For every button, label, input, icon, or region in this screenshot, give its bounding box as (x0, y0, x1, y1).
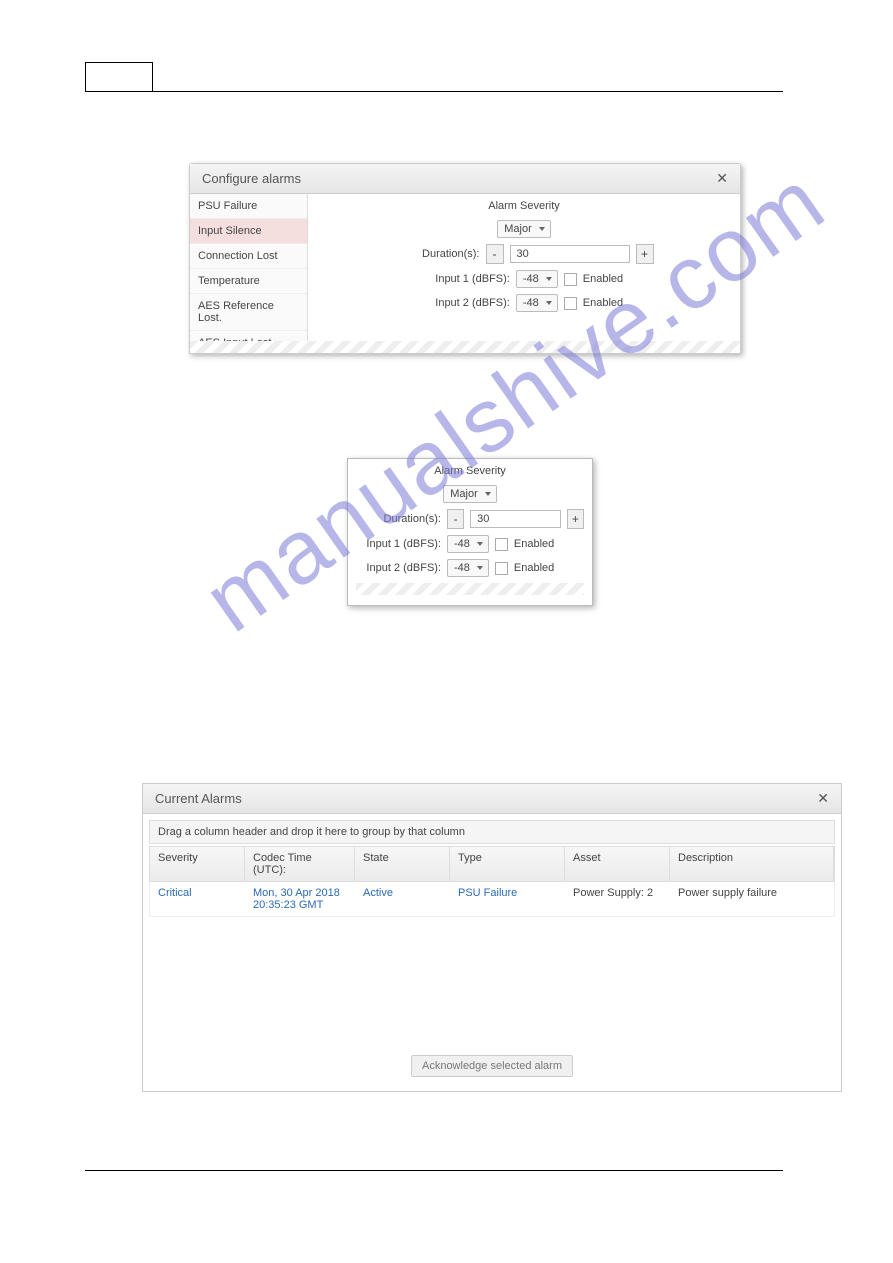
sidebar-item-connection-lost[interactable]: Connection Lost (190, 244, 307, 269)
severity-select-2[interactable]: Major (443, 485, 497, 503)
duration-decrement-button[interactable]: - (486, 244, 504, 264)
input1-select[interactable]: -48 (516, 270, 558, 288)
duration-label-2: Duration(s): (356, 513, 441, 525)
close-icon[interactable]: ✕ (716, 170, 728, 187)
sidebar-item-aes-input-lost[interactable]: AES Input Lost (190, 331, 307, 341)
sidebar-item-input-silence[interactable]: Input Silence (190, 219, 307, 244)
torn-edge-decoration-2 (356, 583, 584, 595)
cell-state: Active (355, 882, 450, 916)
header-type[interactable]: Type (450, 847, 565, 881)
current-alarms-panel: Current Alarms ✕ Drag a column header an… (142, 783, 842, 1092)
cell-asset: Power Supply: 2 (565, 882, 670, 916)
configure-alarms-panel: Configure alarms ✕ PSU Failure Input Sil… (189, 163, 741, 354)
duration-increment-button-2[interactable]: + (567, 509, 584, 529)
header-state[interactable]: State (355, 847, 450, 881)
page-tab (85, 62, 153, 92)
cell-codec-time: Mon, 30 Apr 2018 20:35:23 GMT (245, 882, 355, 916)
cell-description: Power supply failure (670, 882, 834, 916)
alarm-config-form: Alarm Severity Major Duration(s): - 30 +… (308, 194, 740, 341)
current-alarms-title: Current Alarms (155, 791, 242, 806)
cell-severity: Critical (150, 882, 245, 916)
input1-enabled-checkbox[interactable] (564, 273, 577, 286)
configure-alarms-header: Configure alarms ✕ (190, 164, 740, 194)
header-asset[interactable]: Asset (565, 847, 670, 881)
header-severity[interactable]: Severity (150, 847, 245, 881)
input2-enabled-label: Enabled (583, 297, 623, 309)
header-description[interactable]: Description (670, 847, 834, 881)
input2-enabled-label-2: Enabled (514, 562, 554, 574)
cell-type: PSU Failure (450, 882, 565, 916)
duration-increment-button[interactable]: + (636, 244, 654, 264)
footer-rule (85, 1170, 783, 1171)
close-icon[interactable]: ✕ (817, 790, 829, 807)
torn-edge-decoration (190, 341, 740, 353)
duration-label: Duration(s): (395, 248, 480, 260)
alarm-grid-empty-area (149, 917, 835, 1047)
duration-input-2[interactable]: 30 (470, 510, 561, 528)
input1-enabled-checkbox-2[interactable] (495, 538, 508, 551)
configure-alarms-title: Configure alarms (202, 171, 301, 186)
group-by-hint[interactable]: Drag a column header and drop it here to… (149, 820, 835, 844)
input2-label-2: Input 2 (dBFS): (356, 562, 441, 574)
header-rule (85, 91, 783, 92)
duration-decrement-button-2[interactable]: - (447, 509, 464, 529)
severity-select[interactable]: Major (497, 220, 551, 238)
input2-enabled-checkbox[interactable] (564, 297, 577, 310)
duration-input[interactable]: 30 (510, 245, 630, 263)
current-alarms-header: Current Alarms ✕ (143, 784, 841, 814)
sidebar-item-psu-failure[interactable]: PSU Failure (190, 194, 307, 219)
alarm-type-sidebar: PSU Failure Input Silence Connection Los… (190, 194, 308, 341)
acknowledge-alarm-button[interactable]: Acknowledge selected alarm (411, 1055, 573, 1077)
severity-label: Alarm Severity (318, 200, 730, 212)
input1-enabled-label-2: Enabled (514, 538, 554, 550)
input1-enabled-label: Enabled (583, 273, 623, 285)
sidebar-item-aes-reference-lost[interactable]: AES Reference Lost. (190, 294, 307, 331)
sidebar-item-temperature[interactable]: Temperature (190, 269, 307, 294)
input1-select-2[interactable]: -48 (447, 535, 489, 553)
alarm-grid-header: Severity Codec Time (UTC): State Type As… (149, 846, 835, 882)
header-codec-time[interactable]: Codec Time (UTC): (245, 847, 355, 881)
alarm-config-fragment: Alarm Severity Major Duration(s): - 30 +… (347, 458, 593, 606)
alarm-grid-row[interactable]: Critical Mon, 30 Apr 2018 20:35:23 GMT A… (149, 882, 835, 917)
input2-enabled-checkbox-2[interactable] (495, 562, 508, 575)
input1-label-2: Input 1 (dBFS): (356, 538, 441, 550)
input2-select-2[interactable]: -48 (447, 559, 489, 577)
input2-select[interactable]: -48 (516, 294, 558, 312)
input2-label: Input 2 (dBFS): (425, 297, 510, 309)
severity-label-2: Alarm Severity (434, 465, 506, 477)
input1-label: Input 1 (dBFS): (425, 273, 510, 285)
